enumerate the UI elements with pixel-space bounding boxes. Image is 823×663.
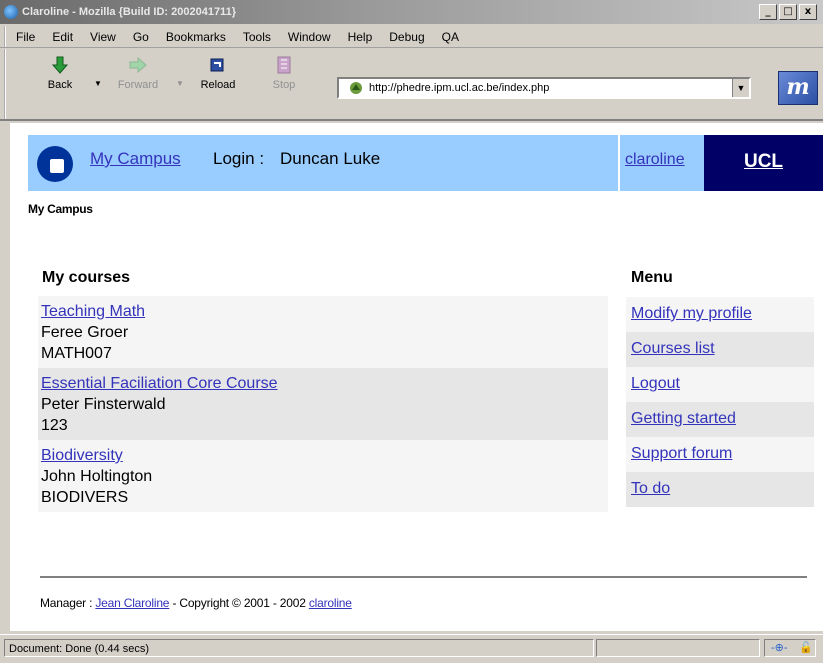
copyright-text: - Copyright © 2001 - 2002	[172, 596, 306, 610]
back-history-dropdown-icon[interactable]: ▼	[94, 79, 102, 88]
login-label: Login :	[213, 149, 265, 168]
navigation-toolbar: Back ▼ Forward ▼ Reload Stop ▼ m	[0, 49, 823, 121]
course-title-link[interactable]: Essential Faciliation Core Course	[41, 373, 604, 394]
stop-button[interactable]: Stop	[262, 55, 306, 91]
back-button[interactable]: Back	[38, 55, 82, 91]
course-title-link[interactable]: Biodiversity	[41, 445, 604, 466]
mozilla-icon	[4, 5, 18, 19]
menu-getting-started[interactable]: Getting started	[626, 402, 814, 437]
footer-claroline-link[interactable]: claroline	[309, 596, 352, 610]
connection-icon[interactable]: -⊕-	[771, 641, 788, 654]
stop-icon	[274, 55, 294, 75]
forward-button[interactable]: Forward	[116, 55, 160, 91]
my-courses-heading: My courses	[42, 269, 131, 286]
campus-logo-icon	[37, 146, 73, 182]
window-title: Claroline - Mozilla {Build ID: 200204171…	[22, 6, 236, 18]
course-item: Teaching Math Feree Groer MATH007	[38, 296, 608, 368]
menu-go[interactable]: Go	[133, 30, 149, 44]
window-title-bar[interactable]: Claroline - Mozilla {Build ID: 200204171…	[0, 0, 823, 24]
status-progress-panel	[596, 639, 760, 657]
menu-heading: Menu	[631, 269, 673, 286]
close-button[interactable]: x	[799, 4, 817, 20]
login-user-name: Duncan Luke	[280, 149, 381, 168]
back-label: Back	[47, 79, 73, 91]
my-campus-link[interactable]: My Campus	[90, 149, 181, 169]
menu-modify-profile[interactable]: Modify my profile	[626, 297, 814, 332]
maximize-button[interactable]: □	[779, 4, 797, 20]
menu-tools[interactable]: Tools	[243, 30, 271, 44]
url-bar: ▼	[337, 77, 751, 99]
menu-edit[interactable]: Edit	[52, 30, 73, 44]
course-list: Teaching Math Feree Groer MATH007 Essent…	[38, 296, 608, 512]
course-teacher: John Holtington	[41, 468, 153, 485]
stop-label: Stop	[272, 79, 296, 91]
forward-label: Forward	[117, 79, 159, 91]
window-controls: _ □ x	[759, 4, 817, 20]
mozilla-throbber-logo[interactable]: m	[778, 71, 818, 105]
forward-arrow-icon	[128, 55, 148, 75]
menu-help[interactable]: Help	[348, 30, 373, 44]
page-content: My Campus Login : Duncan Luke claroline …	[10, 123, 823, 631]
back-arrow-icon	[50, 55, 70, 75]
site-security-icon	[349, 81, 363, 95]
course-code: BIODIVERS	[41, 489, 129, 506]
url-dropdown-icon[interactable]: ▼	[732, 79, 749, 97]
forward-history-dropdown-icon[interactable]: ▼	[176, 79, 184, 88]
status-bar: Document: Done (0.44 secs) -⊕- 🔓	[0, 634, 823, 663]
claroline-link[interactable]: claroline	[625, 151, 685, 169]
menu-support-forum[interactable]: Support forum	[626, 437, 814, 472]
banner-divider	[618, 135, 620, 191]
menu-bookmarks[interactable]: Bookmarks	[166, 30, 226, 44]
course-teacher: Peter Finsterwald	[41, 396, 166, 413]
menu-view[interactable]: View	[90, 30, 116, 44]
course-teacher: Feree Groer	[41, 324, 129, 341]
menu-file[interactable]: File	[16, 30, 35, 44]
security-lock-icon[interactable]: 🔓	[799, 641, 813, 654]
course-title-link[interactable]: Teaching Math	[41, 301, 604, 322]
menu-courses-list[interactable]: Courses list	[626, 332, 814, 367]
menu-window[interactable]: Window	[288, 30, 331, 44]
manager-label: Manager :	[40, 596, 93, 610]
menu-bar: File Edit View Go Bookmarks Tools Window…	[0, 26, 823, 48]
menu-debug[interactable]: Debug	[389, 30, 424, 44]
reload-label: Reload	[200, 79, 236, 91]
reload-button[interactable]: Reload	[196, 55, 240, 91]
ucl-logo-link[interactable]: UCL	[704, 135, 823, 191]
campus-banner: My Campus Login : Duncan Luke claroline …	[28, 135, 823, 191]
course-item: Essential Faciliation Core Course Peter …	[38, 368, 608, 440]
url-input[interactable]	[369, 82, 732, 94]
side-menu: Modify my profile Courses list Logout Ge…	[626, 297, 814, 507]
toolbar-grip[interactable]	[4, 49, 12, 119]
status-icons-panel: -⊕- 🔓	[764, 639, 816, 657]
reload-icon	[208, 55, 228, 75]
course-code: MATH007	[41, 345, 112, 362]
menu-logout[interactable]: Logout	[626, 367, 814, 402]
minimize-button[interactable]: _	[759, 4, 777, 20]
menu-qa[interactable]: QA	[442, 30, 459, 44]
breadcrumb: My Campus	[28, 202, 93, 216]
page-footer: Manager : Jean Claroline - Copyright © 2…	[40, 596, 352, 610]
course-code: 123	[41, 417, 68, 434]
menu-to-do[interactable]: To do	[626, 472, 814, 507]
footer-divider	[40, 576, 807, 578]
toolbar-grip[interactable]	[4, 26, 12, 47]
status-text: Document: Done (0.44 secs)	[4, 639, 594, 657]
manager-name-link[interactable]: Jean Claroline	[95, 596, 169, 610]
course-item: Biodiversity John Holtington BIODIVERS	[38, 440, 608, 512]
